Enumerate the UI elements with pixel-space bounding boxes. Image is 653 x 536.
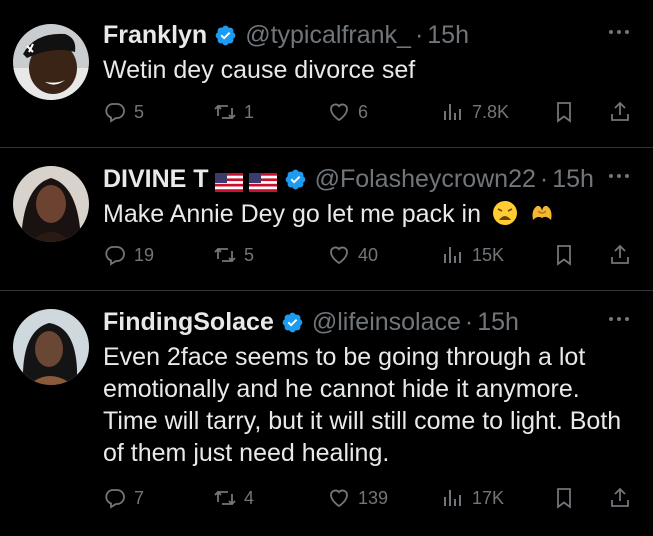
share-button[interactable]: [608, 486, 632, 510]
view-count: 15K: [472, 244, 505, 265]
verified-badge-icon: [214, 24, 237, 47]
tweet[interactable]: Franklyn @typicalfrank_ · 15h Wetin dey …: [0, 0, 653, 148]
retweet-count: 1: [244, 101, 255, 122]
tweet-text: Make Annie Dey go let me pack in: [103, 198, 633, 230]
tweet-text: Even 2face seems to be going through a l…: [103, 343, 622, 467]
view-count: 7.8K: [472, 101, 510, 122]
bookmark-icon: [557, 245, 571, 266]
action-bar: 7 4 139 17K: [103, 483, 635, 513]
display-name[interactable]: Franklyn: [103, 21, 207, 50]
heart-icon: [330, 246, 348, 265]
verified-badge-icon: [281, 311, 304, 334]
like-count: 6: [358, 101, 369, 122]
avatar[interactable]: [13, 24, 89, 100]
bookmark-icon: [557, 102, 571, 123]
verified-badge-icon: [284, 168, 307, 191]
timestamp[interactable]: 15h: [477, 308, 519, 337]
share-icon: [611, 487, 629, 507]
like-button[interactable]: 6: [327, 100, 368, 124]
share-button[interactable]: [608, 100, 632, 124]
retweet-count: 5: [244, 244, 255, 265]
tweet[interactable]: FindingSolace @lifeinsolace · 15h Even 2…: [0, 291, 653, 536]
handle[interactable]: @Folasheycrown22: [315, 165, 536, 194]
reply-count: 7: [134, 487, 145, 508]
share-icon: [611, 244, 629, 264]
reply-button[interactable]: 19: [103, 243, 154, 267]
reply-button[interactable]: 5: [103, 100, 144, 124]
like-count: 40: [358, 244, 379, 265]
views-button[interactable]: 17K: [441, 486, 504, 510]
tweet-feed: Franklyn @typicalfrank_ · 15h Wetin dey …: [0, 0, 653, 536]
heart-icon: [330, 489, 348, 508]
share-icon: [611, 101, 629, 121]
separator: ·: [539, 164, 549, 193]
views-icon: [444, 247, 461, 263]
views-button[interactable]: 7.8K: [441, 100, 509, 124]
heart-hands-emoji-icon: [529, 200, 555, 226]
like-button[interactable]: 40: [327, 243, 378, 267]
reply-count: 19: [134, 244, 155, 265]
more-icon[interactable]: [605, 309, 633, 329]
like-count: 139: [358, 487, 389, 508]
separator: ·: [464, 307, 474, 336]
bookmark-icon: [557, 488, 571, 509]
more-icon[interactable]: [605, 166, 633, 186]
action-bar: 5 1 6 7.8K: [103, 97, 635, 127]
tweet[interactable]: DIVINE T @Folasheycrown22 · 15h Make Ann…: [0, 148, 653, 291]
bookmark-button[interactable]: [552, 100, 576, 124]
retweet-icon: [214, 247, 236, 263]
heart-icon: [330, 103, 348, 122]
reply-icon: [105, 489, 125, 509]
retweet-button[interactable]: 4: [213, 486, 254, 510]
views-icon: [444, 104, 461, 120]
handle[interactable]: @typicalfrank_: [245, 21, 411, 50]
display-name[interactable]: FindingSolace: [103, 308, 274, 337]
us-flag-icon: [214, 170, 243, 192]
bookmark-button[interactable]: [552, 243, 576, 267]
retweet-button[interactable]: 5: [213, 243, 254, 267]
retweet-button[interactable]: 1: [213, 100, 254, 124]
handle[interactable]: @lifeinsolace: [312, 308, 461, 337]
like-button[interactable]: 139: [327, 486, 388, 510]
retweet-count: 4: [244, 487, 255, 508]
separator: ·: [414, 20, 424, 49]
us-flag-icon: [248, 170, 277, 192]
views-icon: [444, 490, 461, 506]
reply-icon: [105, 246, 125, 266]
bookmark-button[interactable]: [552, 486, 576, 510]
reply-button[interactable]: 7: [103, 486, 144, 510]
weary-face-emoji-icon: [492, 200, 518, 226]
view-count: 17K: [472, 487, 505, 508]
action-bar: 19 5 40 15K: [103, 240, 635, 270]
more-icon[interactable]: [605, 22, 633, 42]
avatar[interactable]: [13, 309, 89, 385]
views-button[interactable]: 15K: [441, 243, 504, 267]
share-button[interactable]: [608, 243, 632, 267]
retweet-icon: [214, 490, 236, 506]
timestamp[interactable]: 15h: [552, 165, 594, 194]
reply-icon: [105, 103, 125, 123]
tweet-text: Wetin dey cause divorce sef: [103, 56, 416, 84]
display-name[interactable]: DIVINE T: [103, 165, 209, 194]
timestamp[interactable]: 15h: [427, 21, 469, 50]
reply-count: 5: [134, 101, 145, 122]
avatar[interactable]: [13, 166, 89, 242]
retweet-icon: [214, 104, 236, 120]
